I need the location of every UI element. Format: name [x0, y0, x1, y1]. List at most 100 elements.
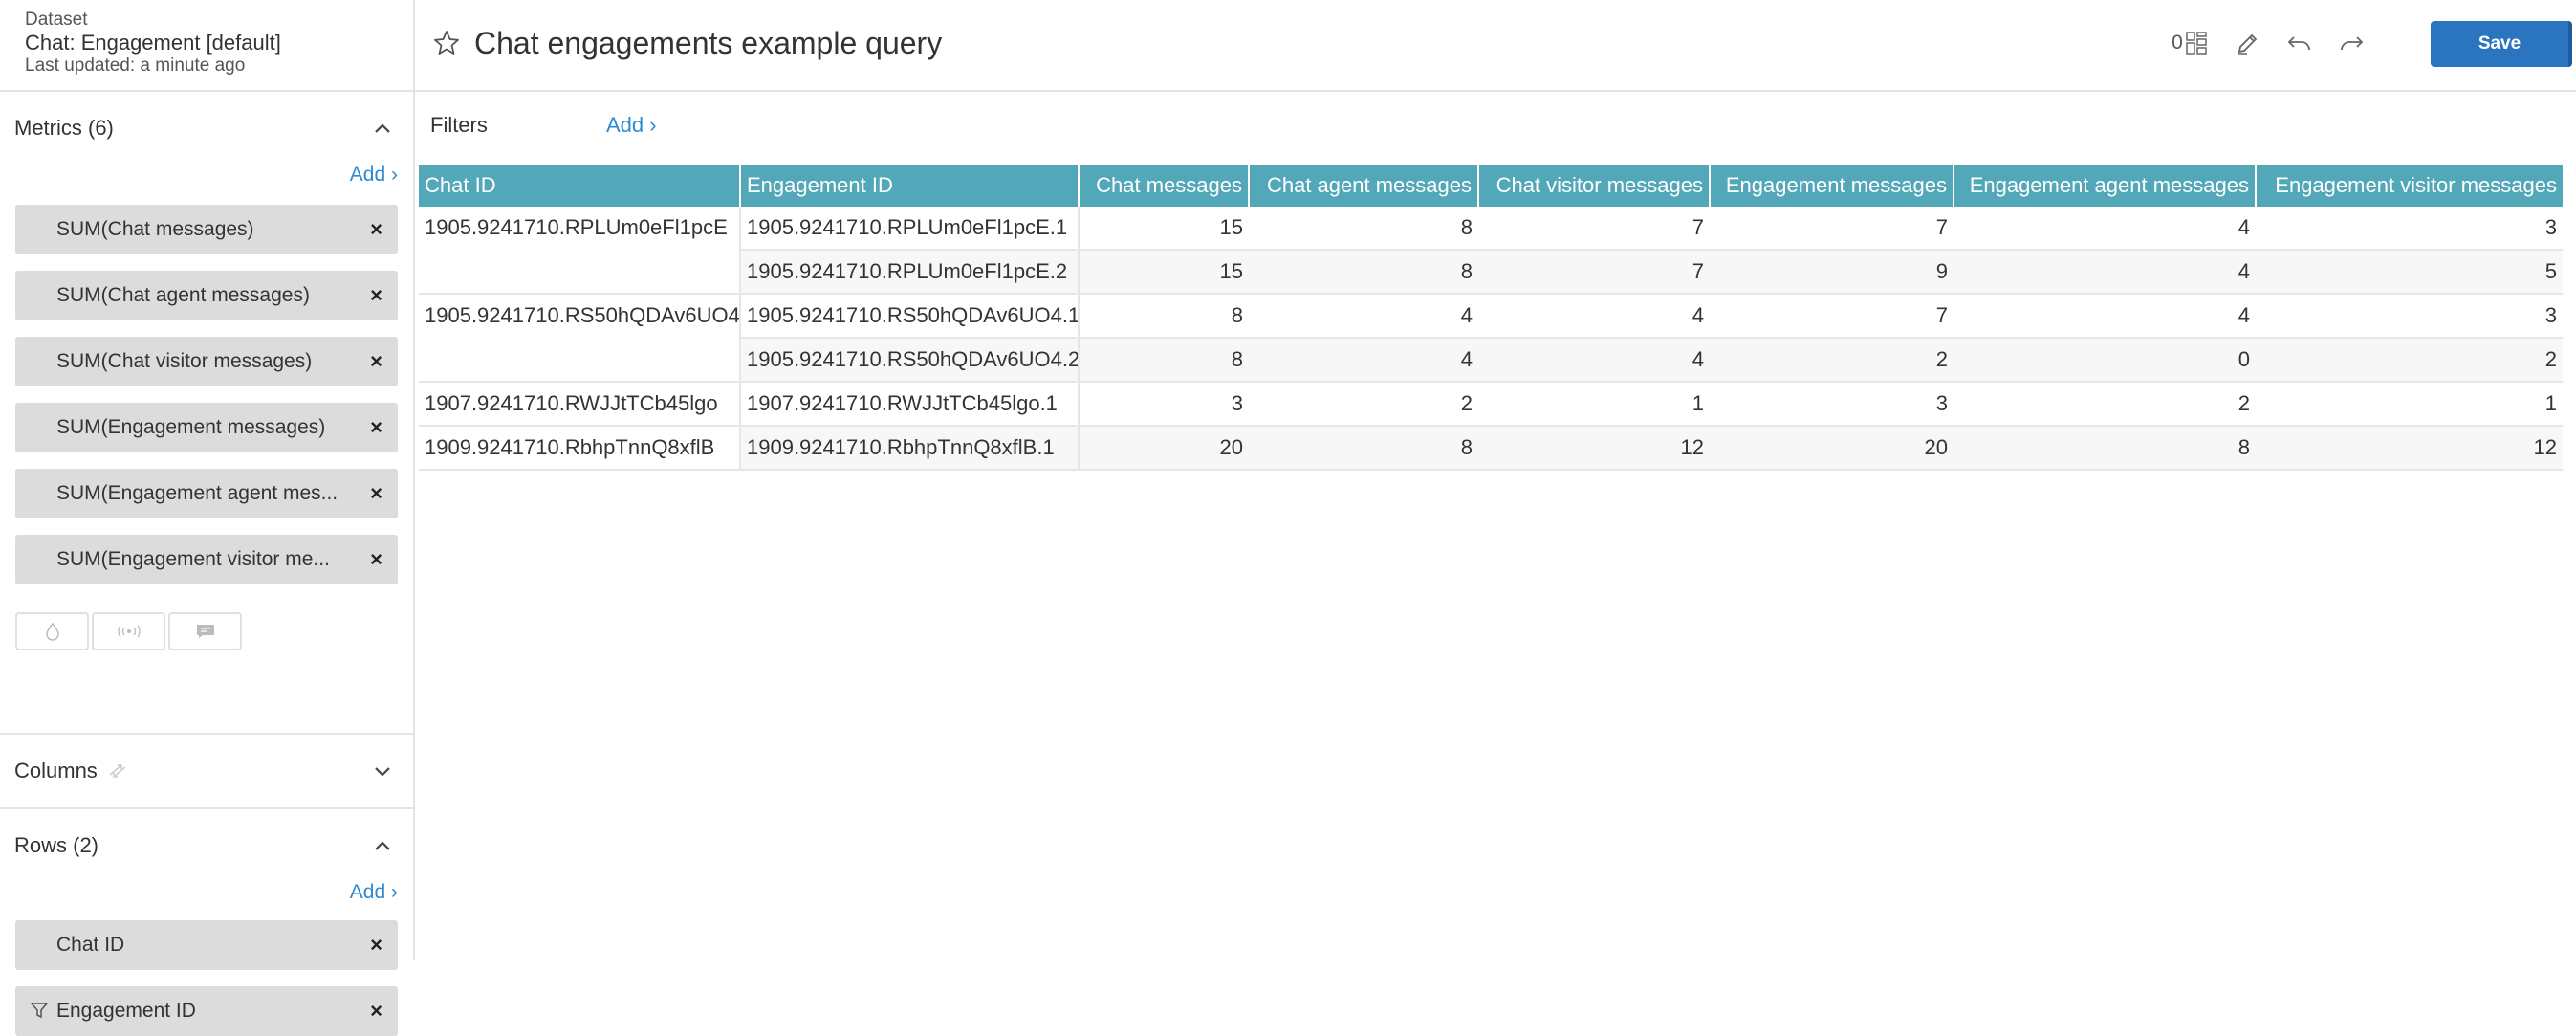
table-cell: 1905.9241710.RPLUm0eFl1pcE [419, 207, 741, 250]
table-cell: 1909.9241710.RbhpTnnQ8xflB [419, 426, 741, 471]
table-cell: 8 [1249, 250, 1478, 295]
remove-icon[interactable]: × [370, 349, 382, 374]
rows-section: Rows (2) Add › Chat ID × Engagement ID × [0, 815, 413, 1036]
table-cell: 1905.9241710.RPLUm0eFl1pcE.1 [740, 207, 1080, 251]
table-row: 1905.9241710.RPLUm0eFl1pcE 1905.9241710.… [419, 207, 2563, 251]
table-cell: 8 [1079, 338, 1249, 383]
table-cell: 5 [2256, 250, 2563, 295]
results-table: Chat ID Engagement ID Chat messages Chat… [419, 165, 2563, 471]
dataset-panel[interactable]: Dataset Chat: Engagement [default] Last … [0, 0, 413, 92]
metric-label: SUM(Chat messages) [56, 218, 254, 240]
column-header[interactable]: Engagement messages [1710, 165, 1954, 207]
rows-header[interactable]: Rows (2) [0, 815, 413, 876]
table-cell: 3 [2256, 207, 2563, 251]
chevron-down-icon[interactable] [369, 758, 396, 784]
metric-pill[interactable]: SUM(Engagement messages) × [15, 403, 398, 452]
table-cell: 4 [1954, 250, 2256, 295]
table-cell: 8 [1954, 426, 2256, 471]
column-header[interactable]: Chat visitor messages [1478, 165, 1711, 207]
metric-pill[interactable]: SUM(Engagement visitor me... × [15, 535, 398, 584]
table-cell: 1905.9241710.RS50hQDAv6UO4.2 [740, 338, 1080, 383]
edit-button[interactable] [2232, 29, 2264, 57]
query-header: Chat engagements example query 0 [415, 0, 2576, 92]
table-cell: 7 [1710, 294, 1954, 339]
table-cell: 8 [1249, 426, 1478, 471]
metric-format-buttons [0, 601, 413, 670]
table-cell: 3 [1079, 382, 1249, 427]
dataset-updated: Last updated: a minute ago [25, 55, 246, 76]
table-cell: 9 [1710, 250, 1954, 295]
swap-icon[interactable] [107, 761, 128, 781]
broadcast-button[interactable] [92, 612, 165, 650]
chevron-up-icon[interactable] [369, 115, 396, 142]
color-drop-button[interactable] [15, 612, 89, 650]
column-header[interactable]: Engagement ID [740, 165, 1080, 207]
column-header[interactable]: Engagement visitor messages [2256, 165, 2563, 207]
remove-icon[interactable]: × [370, 933, 382, 958]
column-header[interactable]: Engagement agent messages [1954, 165, 2257, 207]
columns-header[interactable]: Columns [0, 735, 413, 807]
table-row: 1905.9241710.RS50hQDAv6UO4 1905.9241710.… [419, 294, 2563, 339]
table-cell: 4 [1249, 294, 1478, 339]
table-cell: 7 [1478, 250, 1710, 295]
filters-bar: Filters Add › [415, 92, 2576, 165]
column-header[interactable]: Chat agent messages [1249, 165, 1479, 207]
remove-icon[interactable]: × [370, 999, 382, 1024]
metric-label: SUM(Engagement visitor me... [56, 548, 330, 570]
table-cell [419, 250, 741, 295]
dataset-name: Chat: Engagement [default] [25, 31, 281, 55]
comment-button[interactable] [168, 612, 242, 650]
metric-pill[interactable]: SUM(Chat agent messages) × [15, 271, 398, 320]
filter-icon [30, 1003, 49, 1019]
row-pill[interactable]: Chat ID × [15, 920, 398, 970]
table-cell: 1 [2256, 382, 2563, 427]
table-cell: 2 [1710, 338, 1954, 383]
grid-layout-icon [2186, 32, 2207, 55]
table-cell: 4 [1249, 338, 1478, 383]
table-cell: 3 [1710, 382, 1954, 427]
table-cell: 4 [1478, 294, 1710, 339]
save-button[interactable]: Save [2431, 21, 2572, 67]
pencil-icon [2238, 33, 2258, 55]
remove-icon[interactable]: × [370, 283, 382, 308]
remove-icon[interactable]: × [370, 547, 382, 572]
table-cell: 20 [1079, 426, 1249, 471]
row-pill[interactable]: Engagement ID × [15, 986, 398, 1036]
page-title: Chat engagements example query [474, 26, 943, 60]
metric-pill[interactable]: SUM(Engagement agent mes... × [15, 469, 398, 518]
filters-add-link[interactable]: Add › [606, 113, 657, 138]
remove-icon[interactable]: × [370, 481, 382, 506]
metric-label: SUM(Chat visitor messages) [56, 350, 313, 372]
comment-icon [196, 625, 214, 638]
metric-pill[interactable]: SUM(Chat visitor messages) × [15, 337, 398, 386]
metric-pill[interactable]: SUM(Chat messages) × [15, 205, 398, 254]
table-row: 1907.9241710.RWJJtTCb45lgo 1907.9241710.… [419, 382, 2563, 427]
undo-button[interactable] [2283, 29, 2316, 57]
remove-icon[interactable]: × [370, 217, 382, 242]
columns-title-wrap: Columns [14, 759, 128, 783]
table-row: 1905.9241710.RS50hQDAv6UO4.2 8 4 4 2 0 2 [419, 338, 2563, 383]
table-cell [419, 338, 741, 383]
rows-title: Rows (2) [14, 833, 99, 857]
metric-label: SUM(Engagement messages) [56, 416, 326, 438]
table-row: 1909.9241710.RbhpTnnQ8xflB 1909.9241710.… [419, 426, 2563, 471]
row-label: Engagement ID [56, 1000, 196, 1022]
remove-icon[interactable]: × [370, 415, 382, 440]
metrics-header[interactable]: Metrics (6) [0, 98, 413, 159]
chevron-up-icon[interactable] [369, 832, 396, 859]
redo-button[interactable] [2335, 29, 2368, 57]
rows-add-link[interactable]: Add › [0, 876, 413, 909]
metric-label: SUM(Engagement agent mes... [56, 482, 338, 504]
dataset-label: Dataset [25, 10, 88, 30]
column-header[interactable]: Chat ID [419, 165, 741, 207]
layout-count-button[interactable]: 0 [2169, 29, 2211, 57]
table-cell: 4 [1478, 338, 1710, 383]
metrics-add-link[interactable]: Add › [0, 159, 413, 191]
star-icon[interactable] [432, 29, 461, 57]
metrics-title: Metrics (6) [14, 116, 114, 140]
table-cell: 15 [1079, 207, 1249, 251]
droplet-icon [45, 622, 59, 641]
column-header[interactable]: Chat messages [1079, 165, 1250, 207]
metric-label: SUM(Chat agent messages) [56, 284, 310, 306]
table-cell: 15 [1079, 250, 1249, 295]
